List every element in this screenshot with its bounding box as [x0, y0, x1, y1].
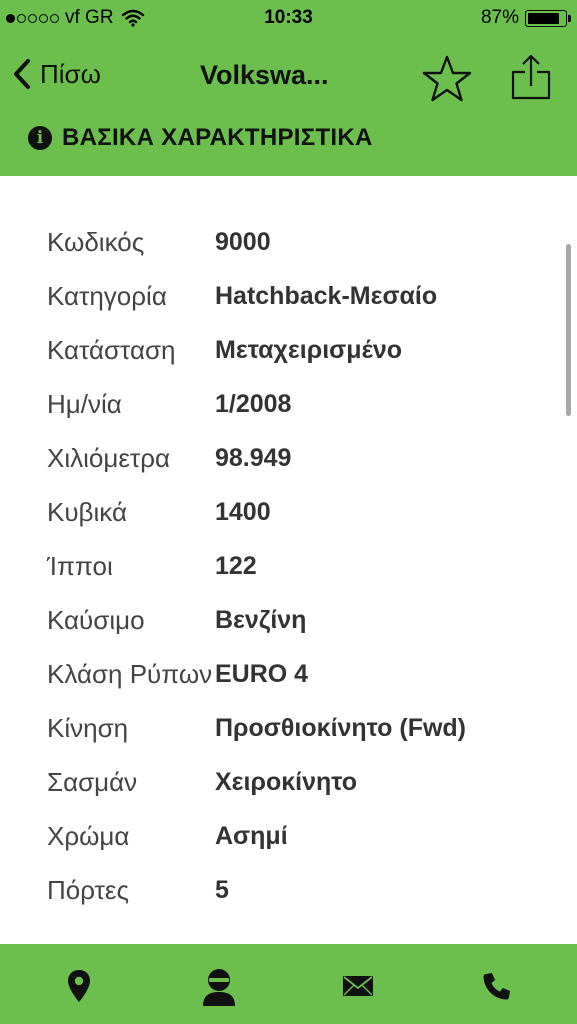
location-pin-icon	[68, 970, 90, 1002]
chevron-left-icon	[14, 59, 30, 89]
spec-value: Χειροκίνητο	[215, 768, 358, 796]
status-bar: vf GR 10:33 87%	[0, 0, 577, 38]
spec-row: Σασμάν Χειροκίνητο	[47, 764, 547, 800]
section-header: i ΒΑΣΙΚΑ ΧΑΡΑΚΤΗΡΙΣΤΙΚΑ	[28, 124, 373, 152]
spec-label: Κατάσταση	[47, 335, 176, 365]
spec-row: Κίνηση Προσθιοκίνητο (Fwd)	[47, 710, 547, 746]
battery-cap	[568, 14, 571, 22]
battery-icon	[525, 9, 571, 27]
spec-label: Χιλιόμετρα	[47, 443, 171, 473]
favorite-button[interactable]	[420, 54, 474, 104]
spec-value: 1400	[215, 498, 271, 526]
header: vf GR 10:33 87% Πίσω Volkswa... i ΒΑΣΙΚΑ…	[0, 0, 577, 176]
spec-row: Χρώμα Ασημί	[47, 818, 547, 854]
spec-row: Πόρτες 5	[47, 872, 547, 908]
spec-value: 9000	[215, 228, 271, 256]
star-outline-icon	[422, 55, 472, 102]
person-icon	[203, 969, 235, 1006]
spec-list-container[interactable]: Κωδικός 9000 Κατηγορία Hatchback-Μεσαίο …	[0, 176, 577, 944]
info-icon: i	[28, 126, 52, 150]
spec-label: Καύσιμο	[47, 605, 145, 635]
spec-value: Προσθιοκίνητο (Fwd)	[215, 714, 467, 742]
status-right: 87%	[480, 7, 571, 29]
spec-table: Κωδικός 9000 Κατηγορία Hatchback-Μεσαίο …	[47, 224, 547, 926]
back-button-label: Πίσω	[40, 58, 101, 89]
spec-value: 1/2008	[215, 390, 292, 418]
spec-row: Ίπποι 122	[47, 548, 547, 584]
spec-value: 122	[215, 552, 257, 580]
navigation-bar: Πίσω Volkswa...	[0, 40, 577, 116]
spec-label: Κίνηση	[47, 713, 129, 743]
envelope-icon	[343, 976, 373, 996]
tab-phone[interactable]	[472, 964, 522, 1008]
spec-label: Κλάση Ρύπων	[47, 659, 213, 689]
section-title: ΒΑΣΙΚΑ ΧΑΡΑΚΤΗΡΙΣΤΙΚΑ	[62, 124, 373, 151]
tab-bar	[0, 944, 577, 1024]
battery-percent: 87%	[480, 7, 519, 28]
spec-value: Βενζίνη	[215, 606, 307, 634]
spec-label: Κυβικά	[47, 497, 128, 527]
spec-label: Πόρτες	[47, 875, 130, 905]
tab-location[interactable]	[54, 964, 104, 1008]
spec-label: Ημ/νία	[47, 389, 122, 419]
tab-profile[interactable]	[194, 964, 244, 1008]
spec-row: Κλάση Ρύπων EURO 4	[47, 656, 547, 692]
scrollbar[interactable]	[566, 244, 571, 416]
spec-value: Μεταχειρισμένο	[215, 336, 402, 364]
spec-label: Χρώμα	[47, 821, 130, 851]
spec-value: 5	[215, 876, 229, 904]
spec-row: Κατηγορία Hatchback-Μεσαίο	[47, 278, 547, 314]
spec-value: EURO 4	[215, 660, 309, 688]
share-icon	[511, 54, 551, 100]
spec-row: Κωδικός 9000	[47, 224, 547, 260]
back-button[interactable]: Πίσω	[12, 58, 101, 90]
spec-label: Σασμάν	[47, 767, 138, 797]
spec-label: Ίπποι	[47, 551, 113, 581]
battery-fill	[528, 12, 560, 24]
spec-value: Hatchback-Μεσαίο	[215, 282, 438, 310]
phone-icon	[483, 973, 510, 1000]
page-title: Volkswa...	[200, 60, 329, 90]
tab-email[interactable]	[333, 964, 383, 1008]
spec-row: Κατάσταση Μεταχειρισμένο	[47, 332, 547, 368]
spec-value: 98.949	[215, 444, 292, 472]
spec-row: Ημ/νία 1/2008	[47, 386, 547, 422]
spec-row: Χιλιόμετρα 98.949	[47, 440, 547, 476]
share-button[interactable]	[504, 50, 558, 104]
spec-value: Ασημί	[215, 822, 288, 850]
spec-row: Καύσιμο Βενζίνη	[47, 602, 547, 638]
spec-label: Κατηγορία	[47, 281, 167, 311]
spec-label: Κωδικός	[47, 227, 145, 257]
spec-row: Κυβικά 1400	[47, 494, 547, 530]
